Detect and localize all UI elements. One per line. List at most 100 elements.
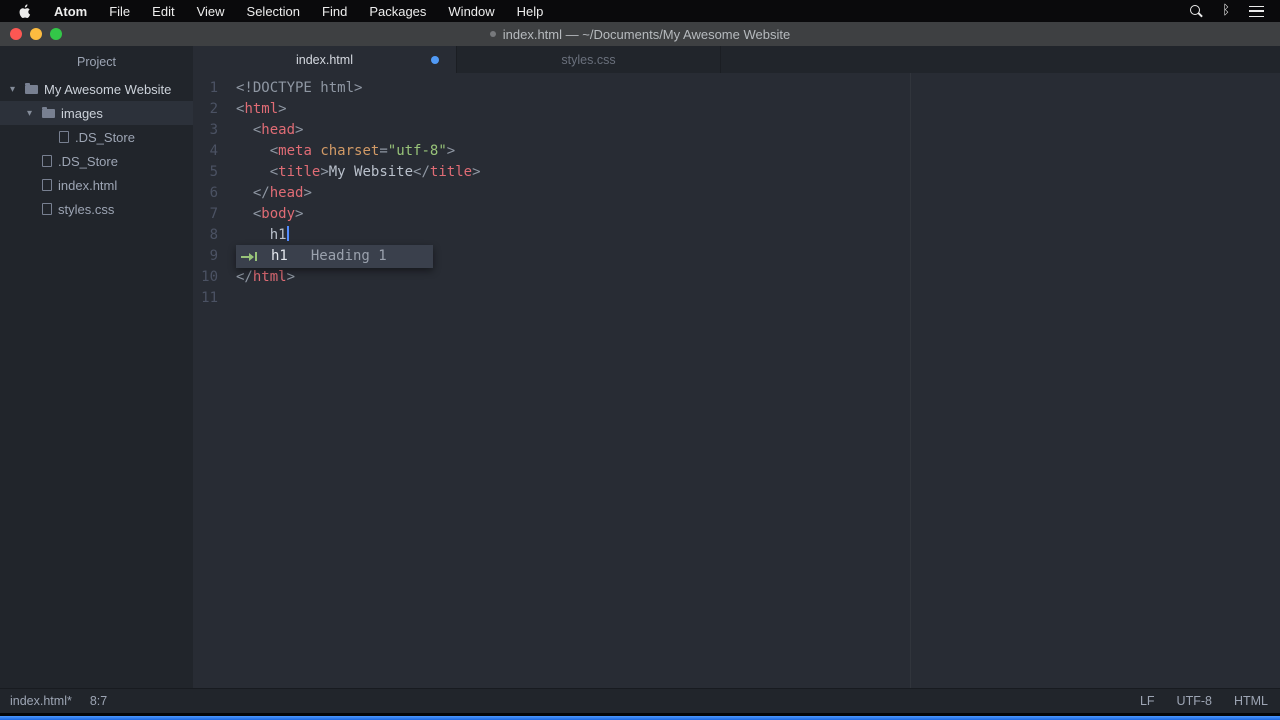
file-icon — [42, 203, 52, 215]
window-title-bar[interactable]: index.html — ~/Documents/My Awesome Webs… — [0, 22, 1280, 46]
chevron-down-icon: ▾ — [25, 108, 42, 119]
tab-label: styles.css — [561, 53, 615, 67]
tree-list: ▾My Awesome Website▾images.DS_Store.DS_S… — [0, 77, 193, 221]
tree-item-label: images — [61, 106, 103, 121]
tree-item-images[interactable]: ▾ images — [0, 101, 193, 125]
screen: AtomFileEditViewSelectionFindPackagesWin… — [0, 0, 1280, 720]
sidebar-header: Project — [0, 46, 193, 77]
autocomplete-description: Heading 1 — [311, 246, 387, 267]
code-line[interactable]: 5 <title>My Website</title> — [193, 162, 1280, 183]
code-text: </html> — [236, 267, 295, 288]
menu-view[interactable]: View — [186, 4, 236, 19]
window-title-area: index.html — ~/Documents/My Awesome Webs… — [0, 27, 1280, 42]
code-text: h1 — [236, 225, 289, 246]
apple-menu-icon[interactable] — [18, 4, 31, 19]
autocomplete-popup[interactable]: h1 Heading 1 — [236, 245, 433, 268]
zoom-button[interactable] — [50, 28, 62, 40]
tab-index-html[interactable]: index.html — [193, 46, 457, 73]
code-line[interactable]: 3 <head> — [193, 120, 1280, 141]
menu-selection[interactable]: Selection — [236, 4, 311, 19]
code-line[interactable]: 10</html> — [193, 267, 1280, 288]
tab-bar: index.html styles.css — [193, 46, 1280, 73]
file-icon — [42, 155, 52, 167]
code-line[interactable]: 4 <meta charset="utf-8"> — [193, 141, 1280, 162]
text-cursor — [287, 226, 289, 241]
tab-styles-css[interactable]: styles.css — [457, 46, 721, 73]
tab-label: index.html — [296, 53, 353, 67]
chevron-down-icon: ▾ — [8, 84, 25, 95]
line-number: 1 — [193, 78, 236, 99]
menu-edit[interactable]: Edit — [141, 4, 185, 19]
menu-find[interactable]: Find — [311, 4, 358, 19]
menu-file[interactable]: File — [98, 4, 141, 19]
tree-item-label: index.html — [58, 178, 117, 193]
status-line-ending[interactable]: LF — [1140, 694, 1155, 708]
code-line[interactable]: 8 h1 — [193, 225, 1280, 246]
status-encoding[interactable]: UTF-8 — [1177, 694, 1212, 708]
tree-item-label: .DS_Store — [58, 154, 118, 169]
tree-item-my-awesome-website[interactable]: ▾ My Awesome Website — [0, 77, 193, 101]
code-line[interactable]: 2<html> — [193, 99, 1280, 120]
status-file-path[interactable]: index.html* — [10, 694, 72, 708]
menu-bar-status-icons: ᛒ — [1189, 4, 1280, 18]
file-icon — [42, 179, 52, 191]
autocomplete-match[interactable]: h1 — [271, 246, 288, 267]
code-text: </head> — [236, 183, 312, 204]
traffic-lights — [0, 28, 62, 40]
macos-menu-bar: AtomFileEditViewSelectionFindPackagesWin… — [0, 0, 1280, 22]
close-button[interactable] — [10, 28, 22, 40]
window-title: index.html — ~/Documents/My Awesome Webs… — [503, 27, 790, 42]
line-number: 6 — [193, 183, 236, 204]
code-line[interactable]: 1<!DOCTYPE html> — [193, 78, 1280, 99]
editor[interactable]: 1<!DOCTYPE html>2<html>3 <head>4 <meta c… — [193, 73, 1280, 688]
modified-icon — [431, 56, 439, 64]
code-text: <body> — [236, 204, 303, 225]
line-number: 3 — [193, 120, 236, 141]
code-line[interactable]: 11 — [193, 288, 1280, 309]
bluetooth-icon[interactable]: ᛒ — [1222, 4, 1230, 18]
line-number: 9 — [193, 246, 236, 267]
menu-window[interactable]: Window — [437, 4, 505, 19]
minimize-button[interactable] — [30, 28, 42, 40]
code-line[interactable]: 6 </head> — [193, 183, 1280, 204]
document-edited-icon — [490, 31, 496, 37]
code-text: <meta charset="utf-8"> — [236, 141, 455, 162]
tree-item-styles-css[interactable]: styles.css — [0, 197, 193, 221]
tree-item-ds-store[interactable]: .DS_Store — [0, 125, 193, 149]
desktop-strip — [0, 716, 1280, 720]
code-text: <head> — [236, 120, 303, 141]
menu-help[interactable]: Help — [506, 4, 555, 19]
file-icon — [59, 131, 69, 143]
main-area: Project ▾My Awesome Website▾images.DS_St… — [0, 46, 1280, 688]
tree-item-ds-store[interactable]: .DS_Store — [0, 149, 193, 173]
tree-item-label: My Awesome Website — [44, 82, 171, 97]
folder-icon — [25, 85, 38, 94]
status-bar-right: LF UTF-8 HTML — [1140, 694, 1268, 708]
tree-item-label: .DS_Store — [75, 130, 135, 145]
tree-item-index-html[interactable]: index.html — [0, 173, 193, 197]
code-text: <!DOCTYPE html> — [236, 78, 362, 99]
menu-packages[interactable]: Packages — [358, 4, 437, 19]
line-number: 5 — [193, 162, 236, 183]
folder-icon — [42, 109, 55, 118]
line-number: 8 — [193, 225, 236, 246]
code-line[interactable]: 7 <body> — [193, 204, 1280, 225]
line-number: 7 — [193, 204, 236, 225]
status-grammar[interactable]: HTML — [1234, 694, 1268, 708]
status-bar: index.html* 8:7 LF UTF-8 HTML — [0, 688, 1280, 713]
search-icon[interactable] — [1189, 4, 1203, 18]
tab-arrow-icon — [236, 245, 266, 268]
wrap-guide — [910, 73, 911, 688]
tree-item-label: styles.css — [58, 202, 114, 217]
menu-atom[interactable]: Atom — [43, 4, 98, 19]
line-number: 11 — [193, 288, 236, 309]
line-number: 4 — [193, 141, 236, 162]
status-cursor-position[interactable]: 8:7 — [90, 694, 107, 708]
line-number: 2 — [193, 99, 236, 120]
code-text: <title>My Website</title> — [236, 162, 481, 183]
editor-column: index.html styles.css 1<!DOCTYPE html>2<h… — [193, 46, 1280, 688]
editor-lines: 1<!DOCTYPE html>2<html>3 <head>4 <meta c… — [193, 78, 1280, 309]
menu-items: AtomFileEditViewSelectionFindPackagesWin… — [43, 4, 554, 19]
notification-center-icon[interactable] — [1249, 6, 1264, 17]
project-sidebar: Project ▾My Awesome Website▾images.DS_St… — [0, 46, 193, 688]
